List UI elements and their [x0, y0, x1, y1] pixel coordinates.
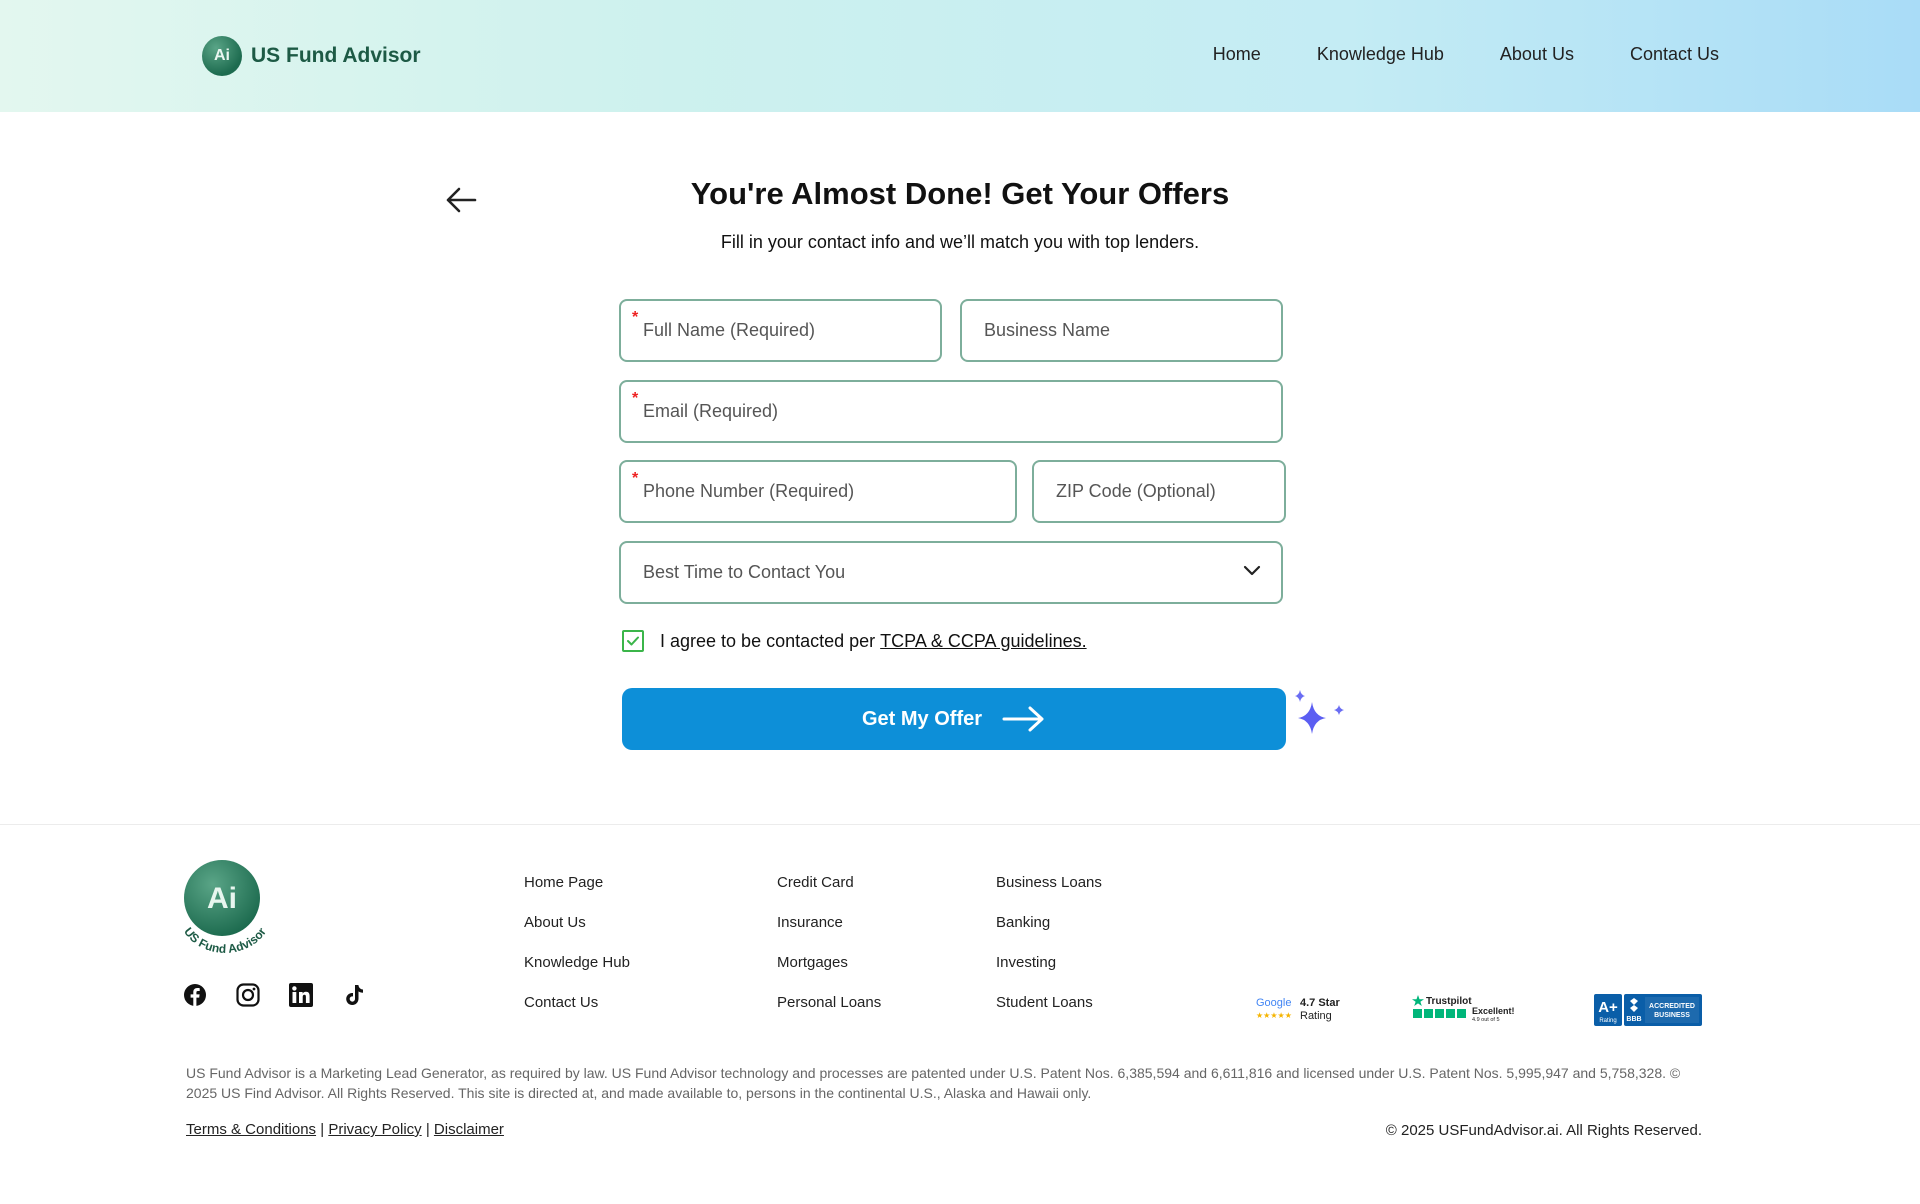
google-rating-badge[interactable]: Google ★★★★★ 4.7 Star Rating [1254, 994, 1350, 1026]
brand-mark-icon: Ai [202, 36, 242, 76]
bbb-org: BBB [1626, 1016, 1641, 1023]
site-header: Ai US Fund Advisor Home Knowledge Hub Ab… [0, 0, 1920, 112]
footer-col-finance: Business Loans Banking Investing Student… [996, 873, 1102, 1012]
bbb-grade-label: Rating [1599, 1018, 1616, 1024]
chevron-down-icon [1243, 565, 1261, 576]
brand-name: US Fund Advisor [251, 44, 421, 67]
footer-link-credit-card[interactable]: Credit Card [777, 873, 881, 892]
get-my-offer-button[interactable]: Get My Offer [622, 688, 1286, 750]
bbb-line1: ACCREDITED [1649, 1003, 1695, 1010]
consent-row: I agree to be contacted per TCPA & CCPA … [622, 630, 1087, 652]
google-brand-text: Google [1256, 997, 1291, 1009]
tcpa-ccpa-link[interactable]: TCPA & CCPA guidelines. [880, 631, 1086, 652]
instagram-icon[interactable] [236, 983, 260, 1007]
privacy-policy-link[interactable]: Privacy Policy [328, 1121, 421, 1138]
google-rating-value: 4.7 Star [1300, 997, 1340, 1009]
required-mark: * [632, 470, 639, 487]
linkedin-icon[interactable] [289, 983, 313, 1007]
nav-about-us[interactable]: About Us [1500, 44, 1574, 65]
footer-logo[interactable]: Ai US Fund Advisor [172, 858, 278, 958]
page-title: You're Almost Done! Get Your Offers [690, 176, 1230, 211]
sparkle-icon [1295, 690, 1344, 734]
arrow-right-icon [1002, 706, 1044, 732]
footer-col-main: Home Page About Us Knowledge Hub Contact… [524, 873, 630, 1012]
required-mark: * [632, 309, 639, 326]
footer-link-personal-loans[interactable]: Personal Loans [777, 993, 881, 1012]
tiktok-icon[interactable] [342, 983, 366, 1007]
trustpilot-score: 4.9 out of 5 [1472, 1017, 1500, 1023]
consent-label: I agree to be contacted per [660, 630, 876, 651]
footer-link-insurance[interactable]: Insurance [777, 913, 881, 932]
zip-field[interactable]: ZIP Code (Optional) [1032, 460, 1286, 523]
google-rating-label: Rating [1300, 1010, 1332, 1022]
footer-link-contact-us[interactable]: Contact Us [524, 993, 630, 1012]
nav-home[interactable]: Home [1213, 44, 1261, 65]
footer-link-mortgages[interactable]: Mortgages [777, 953, 881, 972]
footer-link-business-loans[interactable]: Business Loans [996, 873, 1102, 892]
phone-field[interactable]: * Phone Number (Required) [619, 460, 1017, 523]
full-name-field[interactable]: * Full Name (Required) [619, 299, 942, 362]
nav-knowledge-hub[interactable]: Knowledge Hub [1317, 44, 1444, 65]
footer-logo-mark: Ai [207, 882, 237, 915]
best-time-select[interactable]: Best Time to Contact You [619, 541, 1283, 604]
full-name-placeholder: Full Name (Required) [643, 320, 816, 340]
footer-link-banking[interactable]: Banking [996, 913, 1102, 932]
legal-separator: | [320, 1121, 325, 1138]
phone-placeholder: Phone Number (Required) [643, 481, 855, 501]
social-links [183, 983, 366, 1007]
page-subtitle: Fill in your contact info and we’ll matc… [720, 232, 1200, 252]
nav-contact-us[interactable]: Contact Us [1630, 44, 1719, 65]
terms-link[interactable]: Terms & Conditions [186, 1121, 316, 1138]
business-name-field[interactable]: Business Name [960, 299, 1283, 362]
check-icon [627, 636, 639, 646]
footer-link-investing[interactable]: Investing [996, 953, 1102, 972]
footer-col-products: Credit Card Insurance Mortgages Personal… [777, 873, 881, 1012]
business-name-placeholder: Business Name [984, 320, 1111, 340]
best-time-value: Best Time to Contact You [643, 562, 846, 582]
email-field[interactable]: * Email (Required) [619, 380, 1283, 443]
footer-divider [0, 824, 1920, 825]
footer-link-knowledge-hub[interactable]: Knowledge Hub [524, 953, 630, 972]
bbb-grade: A+ [1598, 999, 1618, 1016]
facebook-icon[interactable] [183, 983, 207, 1007]
cta-label: Get My Offer [861, 707, 983, 730]
bbb-accredited-badge[interactable]: A+ Rating BBB ACCREDITED BUSINESS [1594, 994, 1702, 1026]
consent-checkbox[interactable] [622, 630, 644, 652]
brand-logo[interactable]: Ai US Fund Advisor [202, 36, 421, 76]
footer-link-about-us[interactable]: About Us [524, 913, 630, 932]
trustpilot-badge[interactable]: Trustpilot Excellent! 4.9 out of 5 [1412, 994, 1516, 1024]
required-mark: * [632, 390, 639, 407]
legal-separator: | [425, 1121, 430, 1138]
zip-placeholder: ZIP Code (Optional) [1056, 481, 1216, 501]
footer-link-student-loans[interactable]: Student Loans [996, 993, 1102, 1012]
trustpilot-brand-text: Trustpilot [1426, 996, 1472, 1007]
bbb-line2: BUSINESS [1654, 1012, 1690, 1019]
legal-links: Terms & Conditions | Privacy Policy | Di… [186, 1121, 504, 1138]
email-placeholder: Email (Required) [643, 401, 779, 421]
trustpilot-label: Excellent! [1472, 1006, 1515, 1016]
legal-disclaimer: US Fund Advisor is a Marketing Lead Gene… [186, 1065, 1681, 1101]
footer-link-home-page[interactable]: Home Page [524, 873, 630, 892]
copyright: © 2025 USFundAdvisor.ai. All Rights Rese… [1385, 1122, 1702, 1139]
disclaimer-link[interactable]: Disclaimer [434, 1121, 504, 1138]
google-stars: ★★★★★ [1256, 1011, 1292, 1020]
main-nav: Home Knowledge Hub About Us Contact Us [1213, 44, 1719, 65]
